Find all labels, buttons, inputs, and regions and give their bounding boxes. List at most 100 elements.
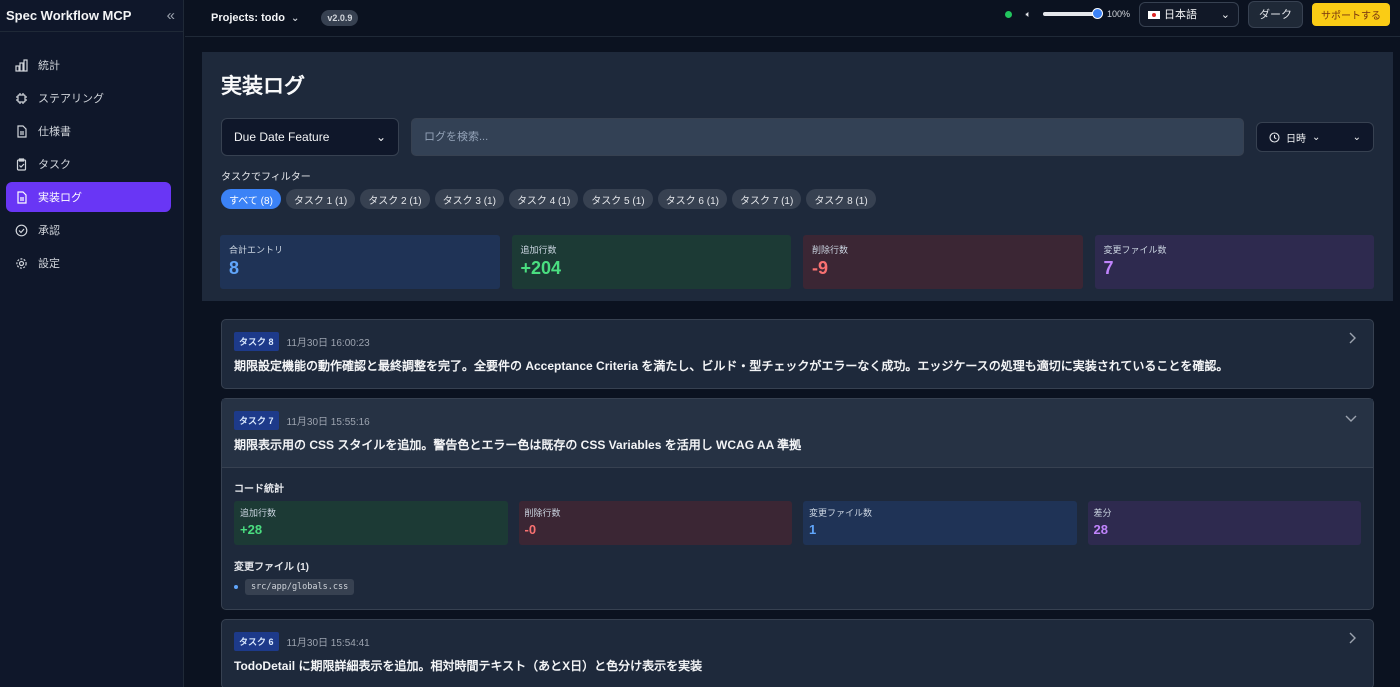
filter-chip-task-1[interactable]: タスク 1 (1) — [285, 189, 356, 209]
document-icon — [15, 124, 28, 138]
gear-icon — [15, 257, 28, 270]
timestamp: 11月30日 16:00:23 — [286, 338, 370, 349]
sidebar-item-tasks[interactable]: タスク — [6, 149, 171, 179]
filter-chip-task-4[interactable]: タスク 4 (1) — [508, 189, 579, 209]
chip-icon — [15, 92, 28, 105]
task-badge: タスク 6 — [234, 632, 279, 651]
sidebar-item-label: 設定 — [38, 258, 60, 270]
code-stat-removed: 削除行数 -0 — [518, 501, 792, 545]
stat-value: 7 — [1103, 258, 1114, 278]
chevron-right-icon[interactable] — [1348, 332, 1357, 347]
volume-icon[interactable]: 🔈︎ — [1026, 9, 1031, 20]
stat-label: 変更ファイル数 — [1103, 245, 1167, 255]
search-input[interactable] — [424, 131, 1231, 143]
sidebar-item-approvals[interactable]: 承認 — [6, 215, 171, 245]
stat-label: 削除行数 — [812, 245, 849, 255]
stat-value: -0 — [524, 522, 537, 537]
sidebar-nav: 統計 ステアリング 仕様書 タスク 実装ログ 承認 設定 — [0, 32, 183, 278]
chevron-right-icon[interactable] — [1348, 632, 1357, 647]
log-entry-meta: タスク 8 11月30日 16:00:23 — [234, 332, 1361, 351]
log-controls: Due Date Feature ⌄ 日時 ⌄ ⌄ — [221, 118, 1374, 156]
chevron-down-icon: ⌄ — [1312, 131, 1321, 143]
project-value: todo — [261, 12, 285, 24]
language-select[interactable]: 日本語 ⌄ — [1139, 1, 1239, 27]
stat-lines-added: 追加行数 +204 — [511, 235, 791, 289]
code-stat-added: 追加行数 +28 — [234, 501, 508, 545]
log-entry-expanded[interactable]: タスク 7 11月30日 15:55:16 期限表示用の CSS スタイルを追加… — [221, 398, 1374, 610]
code-stats: 追加行数 +28 削除行数 -0 変更ファイル数 1 差分 28 — [234, 501, 1361, 545]
feature-select[interactable]: Due Date Feature ⌄ — [221, 118, 399, 156]
log-entry[interactable]: タスク 8 11月30日 16:00:23 期限設定機能の動作確認と最終調整を完… — [221, 319, 1374, 389]
task-badge: タスク 7 — [234, 411, 279, 430]
project-label: Projects: — [211, 12, 259, 24]
log-header-panel: 実装ログ Due Date Feature ⌄ 日時 ⌄ ⌄ タスクでフィルター… — [202, 52, 1393, 301]
volume-slider[interactable] — [1042, 8, 1103, 19]
collapse-sidebar-icon[interactable]: « — [167, 7, 175, 24]
sidebar-item-stats[interactable]: 統計 — [6, 50, 171, 80]
app-title: Spec Workflow MCP — [6, 8, 132, 23]
language-value: 日本語 — [1164, 9, 1197, 21]
connection-status-dot — [1004, 10, 1012, 18]
stat-label: 削除行数 — [524, 508, 561, 518]
support-button[interactable]: サポートする — [1312, 2, 1390, 26]
bar-chart-icon — [15, 58, 28, 72]
filter-chip-task-5[interactable]: タスク 5 (1) — [583, 189, 653, 209]
sidebar-item-label: 統計 — [38, 60, 60, 72]
chevron-down-icon: ⌄ — [1352, 131, 1361, 143]
log-entry-summary: 期限設定機能の動作確認と最終調整を完了。全要件の Acceptance Crit… — [234, 359, 1229, 373]
stat-total-entries: 合計エントリ 8 — [220, 235, 500, 289]
chevron-down-icon[interactable] — [1345, 411, 1357, 426]
code-stat-diff: 差分 28 — [1087, 501, 1361, 545]
filter-chip-task-2[interactable]: タスク 2 (1) — [360, 189, 430, 209]
task-filter-chips: すべて (8) タスク 1 (1) タスク 2 (1) タスク 3 (1) タス… — [221, 189, 1374, 209]
version-badge: v2.0.9 — [321, 10, 359, 26]
log-entry-details: コード統計 追加行数 +28 削除行数 -0 変更ファイル数 1 差分 28 変… — [222, 468, 1373, 609]
sidebar-item-settings[interactable]: 設定 — [6, 248, 171, 278]
filter-chip-task-8[interactable]: タスク 8 (1) — [806, 189, 876, 209]
clipboard-icon — [15, 157, 28, 171]
log-entry[interactable]: タスク 6 11月30日 15:54:41 TodoDetail に期限詳細表示… — [221, 619, 1374, 687]
stat-label: 差分 — [1093, 508, 1112, 518]
log-entry-header[interactable]: タスク 6 11月30日 15:54:41 TodoDetail に期限詳細表示… — [222, 620, 1373, 687]
log-entry-header[interactable]: タスク 8 11月30日 16:00:23 期限設定機能の動作確認と最終調整を完… — [222, 320, 1373, 388]
summary-stats: 合計エントリ 8 追加行数 +204 削除行数 -9 変更ファイル数 7 — [220, 235, 1374, 289]
project-selector[interactable]: Projects: todo ⌄ — [211, 12, 299, 24]
code-stat-files: 変更ファイル数 1 — [803, 501, 1077, 545]
filter-chip-all[interactable]: すべて (8) — [221, 189, 281, 209]
volume-slider-knob[interactable] — [1091, 8, 1103, 19]
search-box[interactable] — [411, 118, 1244, 156]
stat-label: 変更ファイル数 — [809, 508, 873, 518]
file-path[interactable]: src/app/globals.css — [245, 579, 355, 595]
theme-toggle-button[interactable]: ダーク — [1248, 0, 1303, 28]
bullet-icon — [234, 585, 238, 589]
sidebar-item-specs[interactable]: 仕様書 — [6, 116, 171, 146]
filter-chip-task-7[interactable]: タスク 7 (1) — [731, 189, 802, 209]
stat-value: 28 — [1093, 522, 1108, 537]
sidebar-item-impl-log[interactable]: 実装ログ — [6, 182, 171, 212]
stat-files-changed: 変更ファイル数 7 — [1094, 235, 1374, 289]
stat-value: +204 — [520, 258, 562, 278]
filter-chip-task-6[interactable]: タスク 6 (1) — [657, 189, 727, 209]
stat-lines-removed: 削除行数 -9 — [803, 235, 1083, 289]
volume-percent: 100% — [1106, 9, 1130, 19]
japan-flag-icon — [1148, 11, 1160, 20]
task-filter-label: タスクでフィルター — [221, 172, 311, 183]
log-entry-header[interactable]: タスク 7 11月30日 15:55:16 期限表示用の CSS スタイルを追加… — [222, 399, 1373, 468]
stat-value: -9 — [812, 258, 829, 278]
filter-chip-task-3[interactable]: タスク 3 (1) — [434, 189, 504, 209]
chevron-down-icon: ⌄ — [1220, 8, 1230, 21]
sort-value: 日時 — [1286, 133, 1306, 145]
sidebar-item-label: 承認 — [38, 225, 60, 237]
timestamp: 11月30日 15:54:41 — [286, 638, 370, 649]
stat-label: 追加行数 — [520, 245, 557, 255]
sidebar-item-label: 仕様書 — [38, 126, 71, 138]
stat-value: 1 — [809, 522, 817, 537]
sidebar: Spec Workflow MCP « 統計 ステアリング 仕様書 タスク 実装… — [0, 0, 184, 687]
log-entry-summary: 期限表示用の CSS スタイルを追加。警告色とエラー色は既存の CSS Vari… — [234, 438, 802, 452]
sidebar-item-label: 実装ログ — [38, 192, 82, 204]
changed-files-title: 変更ファイル (1) — [234, 562, 309, 573]
sidebar-item-steering[interactable]: ステアリング — [6, 83, 171, 113]
sort-select[interactable]: 日時 ⌄ ⌄ — [1256, 122, 1374, 152]
main-content: 実装ログ Due Date Feature ⌄ 日時 ⌄ ⌄ タスクでフィルター… — [202, 52, 1393, 687]
log-entry-summary: TodoDetail に期限詳細表示を追加。相対時間テキスト（あとX日）と色分け… — [234, 659, 703, 673]
